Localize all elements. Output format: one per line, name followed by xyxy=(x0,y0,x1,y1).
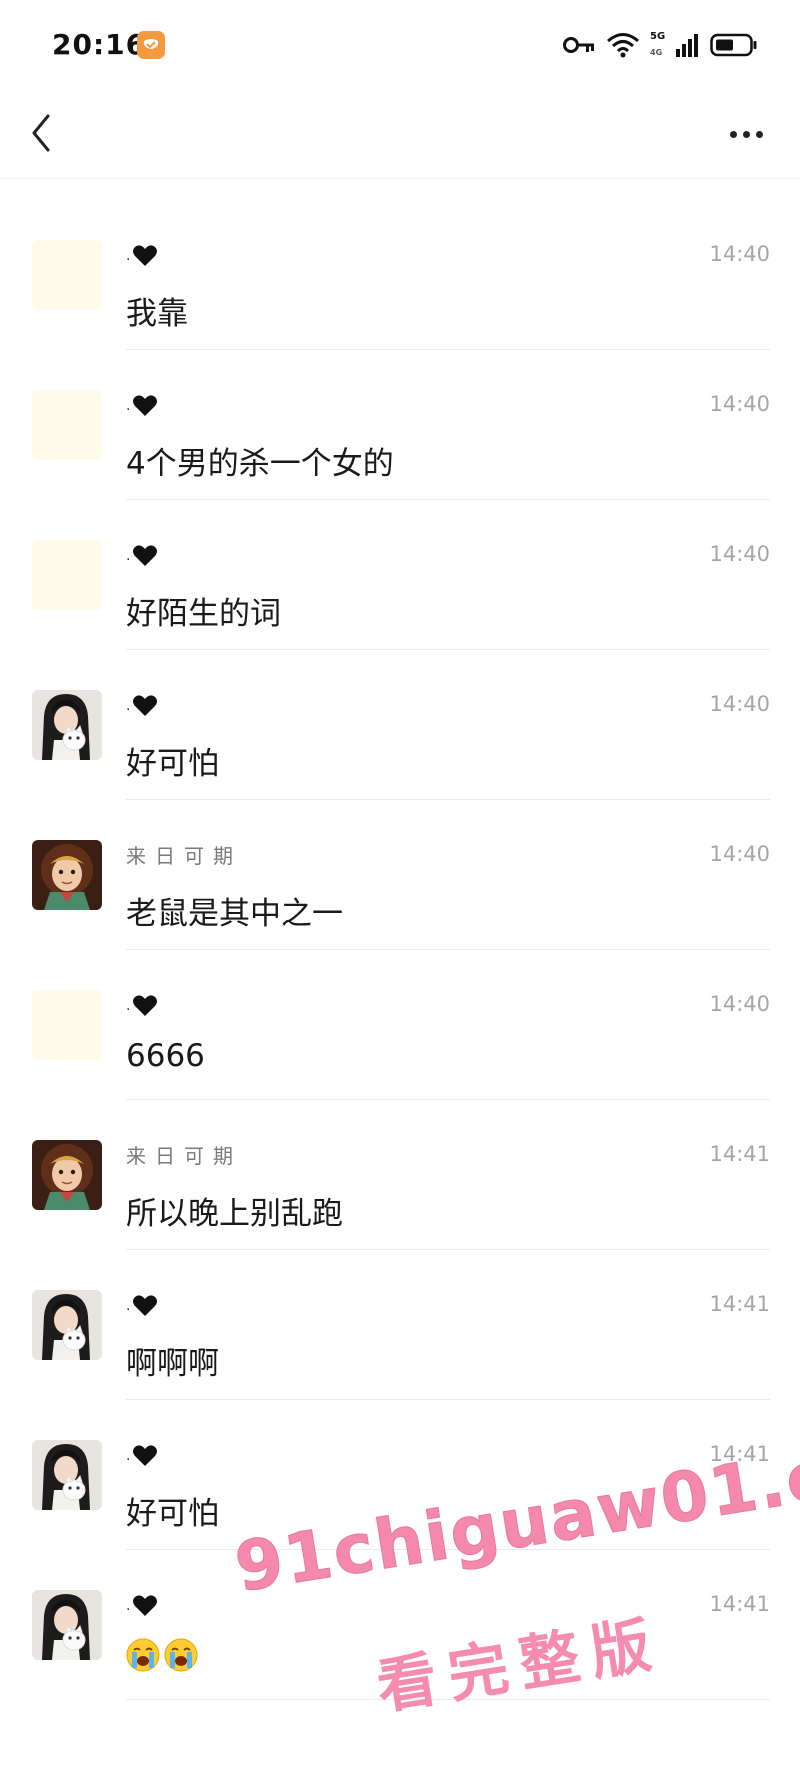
message-preview xyxy=(126,1638,198,1680)
message-time: 14:40 xyxy=(709,992,770,1016)
conversation-item[interactable]: 来日可期 14:40 老鼠是其中之一 xyxy=(0,800,800,950)
avatar[interactable] xyxy=(32,990,102,1060)
nav-divider xyxy=(0,178,800,179)
sender-name-text: . xyxy=(126,998,131,1014)
black-heart-icon xyxy=(132,694,158,718)
message-preview: 6666 xyxy=(126,1038,205,1074)
sender-name: . xyxy=(126,542,158,570)
sender-name-text: . xyxy=(126,1448,131,1464)
sender-name-text: . xyxy=(126,1298,131,1314)
sender-name-text: . xyxy=(126,548,131,564)
black-heart-icon xyxy=(132,1294,158,1318)
conversation-item[interactable]: . 14:40 4个男的杀一个女的 xyxy=(0,350,800,500)
sender-name: . xyxy=(126,1592,158,1620)
message-preview: 4个男的杀一个女的 xyxy=(126,446,394,482)
key-icon xyxy=(563,37,594,53)
loudly-crying-face-icon xyxy=(126,1638,160,1680)
avatar[interactable] xyxy=(32,540,102,610)
nav-bar xyxy=(0,90,800,178)
app-notification-icon xyxy=(137,31,165,59)
message-time: 14:41 xyxy=(709,1142,770,1166)
more-dots-icon xyxy=(742,130,750,138)
message-preview: 好可怕 xyxy=(126,746,219,782)
avatar[interactable] xyxy=(32,840,102,910)
more-dots-icon xyxy=(755,130,763,138)
sender-name: 来日可期 xyxy=(126,842,242,870)
message-time: 14:40 xyxy=(709,692,770,716)
conversation-item[interactable]: . 14:41 啊啊啊 xyxy=(0,1250,800,1400)
avatar[interactable] xyxy=(32,1140,102,1210)
wifi-icon xyxy=(607,33,639,58)
black-heart-icon xyxy=(132,994,158,1018)
signal-icon xyxy=(676,34,698,57)
black-heart-icon xyxy=(132,544,158,568)
sender-name-text: . xyxy=(126,398,131,414)
sender-name-text: . xyxy=(126,248,131,264)
message-preview: 啊啊啊 xyxy=(126,1346,219,1382)
conversation-item[interactable]: 来日可期 14:41 所以晚上别乱跑 xyxy=(0,1100,800,1250)
message-time: 14:40 xyxy=(709,542,770,566)
avatar[interactable] xyxy=(32,1440,102,1510)
sender-name-text: . xyxy=(126,698,131,714)
message-time: 14:41 xyxy=(709,1292,770,1316)
sender-name: . xyxy=(126,992,158,1020)
conversation-item[interactable]: . 14:40 好陌生的词 xyxy=(0,500,800,650)
battery-icon xyxy=(710,33,757,57)
sender-name: . xyxy=(126,1442,158,1470)
message-preview: 所以晚上别乱跑 xyxy=(126,1196,343,1232)
message-preview: 我靠 xyxy=(126,296,188,332)
sender-name: . xyxy=(126,1292,158,1320)
status-icons: 5G 4G xyxy=(562,28,758,62)
message-list: . 14:40 我靠. 14:40 4个男的杀一个女的. 14:40 好陌生的词. 14:40… xyxy=(0,200,800,1700)
network-label: 5G xyxy=(650,31,666,42)
emoji-group xyxy=(126,1638,198,1680)
conversation-item[interactable]: . 14:40 好可怕 xyxy=(0,650,800,800)
network-type: 5G 4G xyxy=(650,30,666,60)
message-preview: 老鼠是其中之一 xyxy=(126,896,343,932)
conversation-item[interactable]: . 14:41 xyxy=(0,1550,800,1700)
avatar[interactable] xyxy=(32,1590,102,1660)
message-preview: 好陌生的词 xyxy=(126,596,281,632)
message-time: 14:41 xyxy=(709,1442,770,1466)
avatar[interactable] xyxy=(32,690,102,760)
avatar[interactable] xyxy=(32,1290,102,1360)
more-button[interactable] xyxy=(720,114,772,154)
black-heart-icon xyxy=(132,1594,158,1618)
more-dots-icon xyxy=(729,130,737,138)
status-time: 20:16 xyxy=(52,28,147,61)
chevron-left-icon xyxy=(32,114,50,152)
sender-name: . xyxy=(126,242,158,270)
sender-name: . xyxy=(126,392,158,420)
sender-name: . xyxy=(126,692,158,720)
message-time: 14:41 xyxy=(709,1592,770,1616)
conversation-item[interactable]: . 14:40 我靠 xyxy=(0,200,800,350)
message-time: 14:40 xyxy=(709,242,770,266)
loudly-crying-face-icon xyxy=(164,1638,198,1680)
status-bar: 20:16 5G 4G xyxy=(0,0,800,90)
black-heart-icon xyxy=(132,1444,158,1468)
black-heart-icon xyxy=(132,394,158,418)
black-heart-icon xyxy=(132,244,158,268)
sender-name: 来日可期 xyxy=(126,1142,242,1170)
row-divider xyxy=(126,1699,770,1700)
message-time: 14:40 xyxy=(709,842,770,866)
sender-name-text: 来日可期 xyxy=(126,844,242,868)
back-button[interactable] xyxy=(24,108,64,158)
network-sub-label: 4G xyxy=(650,48,663,57)
message-time: 14:40 xyxy=(709,392,770,416)
avatar[interactable] xyxy=(32,390,102,460)
avatar[interactable] xyxy=(32,240,102,310)
sender-name-text: . xyxy=(126,1598,131,1614)
sender-name-text: 来日可期 xyxy=(126,1144,242,1168)
conversation-item[interactable]: . 14:41 好可怕 xyxy=(0,1400,800,1550)
message-preview: 好可怕 xyxy=(126,1496,219,1532)
conversation-item[interactable]: . 14:40 6666 xyxy=(0,950,800,1100)
